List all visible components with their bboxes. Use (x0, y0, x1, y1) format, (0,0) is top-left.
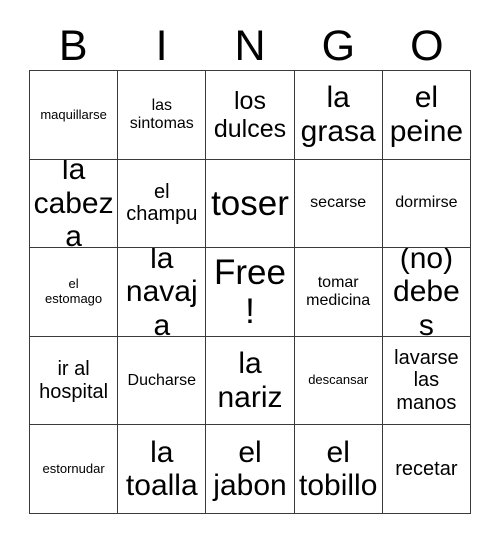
bingo-cell-label: los dulces (213, 86, 287, 143)
bingo-cell[interactable]: la toalla (118, 425, 207, 514)
bingo-cell-label: las sintomas (129, 96, 194, 132)
bingo-cell-label: el tobillo (299, 435, 378, 503)
bingo-cell-label: estornudar (42, 460, 105, 476)
bingo-cell[interactable]: la nariz (206, 336, 295, 426)
bingo-cell[interactable]: ir al hospital (30, 336, 119, 426)
bingo-cell[interactable]: Ducharse (118, 336, 207, 426)
bingo-cell-label: la nariz (217, 347, 283, 414)
bingo-cell-label: secarse (310, 194, 367, 212)
bingo-cell-label: toser (211, 183, 289, 223)
bingo-cell-label: la navaja (125, 248, 198, 337)
bingo-cell-label: dormirse (395, 194, 458, 212)
bingo-cell[interactable]: el estomago (30, 248, 119, 337)
bingo-cell-label: recetar (395, 457, 458, 480)
bingo-cell[interactable]: el peine (382, 71, 471, 160)
bingo-cell-label: la grasa (300, 81, 376, 148)
bingo-cell-free[interactable]: Free! (206, 248, 295, 337)
bingo-cell[interactable]: estornudar (30, 425, 119, 514)
bingo-cell[interactable]: (no) debes (382, 248, 471, 337)
bingo-cell-label: el champu (126, 181, 198, 226)
bingo-cell-label: lavarse las manos (394, 347, 459, 414)
bingo-cell-label: el estomago (45, 276, 103, 306)
bingo-grid: maquillarse las sintomas los dulces la g… (29, 70, 471, 514)
bingo-header-letter-b: B (58, 22, 88, 70)
bingo-cell[interactable]: el champu (118, 159, 207, 249)
bingo-cell[interactable]: toser (206, 159, 295, 249)
bingo-cell-label: la cabeza (33, 159, 114, 249)
bingo-cell-label: ir al hospital (39, 358, 109, 403)
bingo-cell[interactable]: lavarse las manos (382, 336, 471, 426)
bingo-header-letter-n: N (234, 22, 266, 70)
bingo-cell-label: Free! (214, 252, 286, 331)
bingo-cell-label: el jabon (213, 435, 287, 503)
bingo-cell[interactable]: la grasa (294, 71, 383, 160)
bingo-cell[interactable]: las sintomas (118, 71, 207, 160)
bingo-cell[interactable]: maquillarse (30, 71, 119, 160)
bingo-cell[interactable]: los dulces (206, 71, 295, 160)
bingo-cell[interactable]: el tobillo (294, 425, 383, 514)
bingo-cell-label: la toalla (125, 435, 198, 503)
bingo-header-row: B I N G O (29, 14, 471, 70)
bingo-cell-label: tomar medicina (306, 274, 371, 309)
bingo-header-letter-o: O (410, 22, 444, 70)
bingo-cell-label: maquillarse (40, 106, 107, 122)
bingo-cell[interactable]: secarse (294, 159, 383, 249)
bingo-card: B I N G O maquillarse las sintomas los d… (29, 14, 471, 514)
bingo-cell[interactable]: dormirse (382, 159, 471, 249)
bingo-cell-label: (no) debes (393, 248, 460, 337)
bingo-cell[interactable]: recetar (382, 425, 471, 514)
bingo-cell-label: descansar (308, 372, 369, 388)
bingo-cell[interactable]: el jabon (206, 425, 295, 514)
bingo-cell[interactable]: descansar (294, 336, 383, 426)
bingo-header-letter-g: G (321, 22, 356, 70)
bingo-header-letter-i: I (155, 22, 168, 70)
bingo-cell-label: Ducharse (127, 371, 197, 389)
bingo-cell[interactable]: tomar medicina (294, 248, 383, 337)
bingo-cell[interactable]: la cabeza (30, 159, 119, 249)
bingo-cell[interactable]: la navaja (118, 248, 207, 337)
bingo-cell-label: el peine (389, 81, 464, 148)
